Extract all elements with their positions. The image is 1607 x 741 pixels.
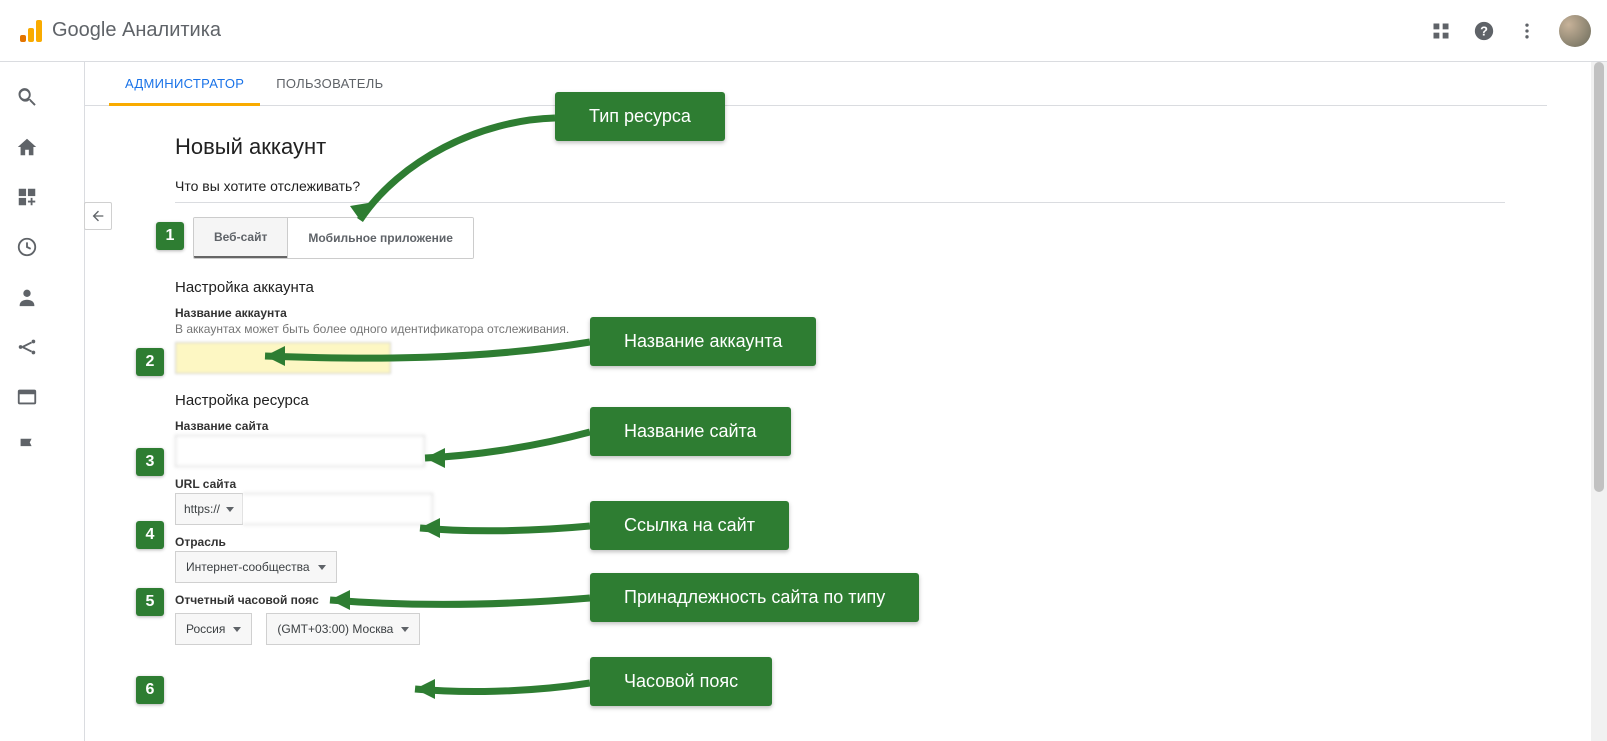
protocol-select[interactable]: https:// [175,493,243,525]
help-icon[interactable]: ? [1473,20,1495,42]
analytics-logo-icon [20,20,42,42]
badge-2: 2 [136,348,164,376]
person-icon[interactable] [16,286,38,308]
acquisition-icon[interactable] [16,336,38,358]
toggle-web[interactable]: Веб-сайт [194,218,287,258]
badge-5: 5 [136,588,164,616]
dashboard-add-icon[interactable] [16,186,38,208]
badge-3: 3 [136,448,164,476]
callout-account-name: Название аккаунта [590,317,816,366]
scrollbar-thumb[interactable] [1594,62,1604,492]
protocol-value: https:// [184,502,220,516]
badge-1: 1 [156,222,184,250]
timezone-value: (GMT+03:00) Москва [277,622,393,636]
site-name-input[interactable] [175,435,425,467]
callout-site-url: Ссылка на сайт [590,501,789,550]
account-name-input[interactable] [175,342,391,374]
toggle-app[interactable]: Мобильное приложение [287,218,473,258]
brand: Google Аналитика [20,19,221,42]
svg-text:?: ? [1480,23,1488,38]
industry-value: Интернет-сообщества [186,560,310,574]
avatar[interactable] [1559,15,1591,47]
account-name-hint: В аккаунтах может быть более одного иден… [175,322,1547,336]
callout-site-name: Название сайта [590,407,791,456]
page-title: Новый аккаунт [175,134,1547,160]
resource-setup-title: Настройка ресурса [175,392,1547,409]
apps-icon[interactable] [1431,21,1451,41]
account-setup-title: Настройка аккаунта [175,279,1547,296]
track-question: Что вы хотите отслеживать? [175,178,1505,203]
tab-admin[interactable]: АДМИНИСТРАТОР [109,62,260,106]
timezone-select[interactable]: (GMT+03:00) Москва [266,613,420,645]
country-select[interactable]: Россия [175,613,252,645]
tabs: АДМИНИСТРАТОР ПОЛЬЗОВАТЕЛЬ [85,62,1547,106]
badge-4: 4 [136,521,164,549]
callout-resource-type: Тип ресурса [555,92,725,141]
app-bar: Google Аналитика ? [0,0,1607,62]
site-name-label: Название сайта [175,419,1547,433]
left-rail [0,62,54,741]
industry-label: Отрасль [175,535,1547,549]
main: АДМИНИСТРАТОР ПОЛЬЗОВАТЕЛЬ Новый аккаунт… [84,62,1547,741]
chevron-down-icon [401,627,409,632]
callout-industry: Принадлежность сайта по типу [590,573,919,622]
chevron-down-icon [318,565,326,570]
home-icon[interactable] [16,136,38,158]
clock-icon[interactable] [16,236,38,258]
account-name-label: Название аккаунта [175,306,1547,320]
url-label: URL сайта [175,477,1547,491]
tab-user[interactable]: ПОЛЬЗОВАТЕЛЬ [260,62,399,105]
content: Новый аккаунт Что вы хотите отслеживать?… [85,106,1547,645]
search-icon[interactable] [16,86,38,108]
chevron-down-icon [226,507,234,512]
industry-select[interactable]: Интернет-сообщества [175,551,337,583]
more-vert-icon[interactable] [1517,21,1537,41]
callout-timezone: Часовой пояс [590,657,772,706]
chevron-down-icon [233,627,241,632]
url-input[interactable] [243,493,433,525]
country-value: Россия [186,622,225,636]
scrollbar[interactable] [1591,62,1607,741]
badge-6: 6 [136,676,164,704]
brand-label: Google Аналитика [52,19,221,42]
behavior-icon[interactable] [16,386,38,408]
flag-icon[interactable] [16,436,38,458]
resource-type-toggle: Веб-сайт Мобильное приложение [193,217,474,259]
